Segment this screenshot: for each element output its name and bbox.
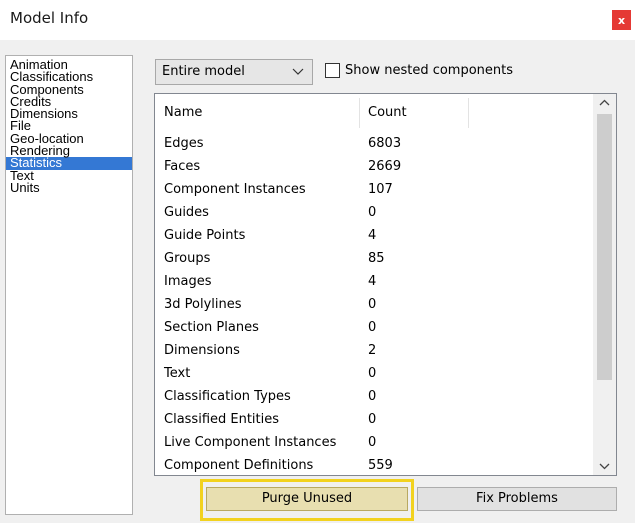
row-name: Component Instances [164, 182, 306, 197]
row-count: 0 [368, 366, 377, 381]
row-count: 0 [368, 389, 377, 404]
row-name: Faces [164, 159, 201, 174]
column-divider[interactable] [468, 98, 469, 128]
window-title: Model Info [10, 9, 89, 27]
table-row[interactable]: Text 0 [155, 362, 593, 385]
row-name: Component Definitions [164, 458, 314, 473]
scope-select-value: Entire model [162, 64, 245, 79]
row-name: Guide Points [164, 228, 246, 243]
row-count: 4 [368, 228, 377, 243]
column-header-name[interactable]: Name [164, 94, 202, 132]
row-count: 2 [368, 343, 377, 358]
fix-problems-button[interactable]: Fix Problems [417, 487, 617, 511]
row-count: 107 [368, 182, 393, 197]
row-count: 0 [368, 412, 377, 427]
row-name: 3d Polylines [164, 297, 242, 312]
table-row[interactable]: Component Definitions 559 [155, 454, 593, 475]
table-row[interactable]: Live Component Instances 0 [155, 431, 593, 454]
table-row[interactable]: Guides 0 [155, 201, 593, 224]
row-name: Edges [164, 136, 204, 151]
row-name: Groups [164, 251, 211, 266]
row-count: 6803 [368, 136, 402, 151]
category-list[interactable]: Animation Classifications Components Cre… [5, 55, 133, 515]
chevron-down-icon [292, 60, 304, 93]
row-count: 4 [368, 274, 377, 289]
show-nested-label[interactable]: Show nested components [345, 63, 513, 78]
show-nested-checkbox[interactable] [325, 63, 340, 78]
scope-select[interactable]: Entire model [155, 59, 313, 85]
row-name: Guides [164, 205, 209, 220]
row-name: Classification Types [164, 389, 291, 404]
table-row[interactable]: Component Instances 107 [155, 178, 593, 201]
table-row[interactable]: Faces 2669 [155, 155, 593, 178]
table-row[interactable]: Guide Points 4 [155, 224, 593, 247]
table-row[interactable]: Groups 85 [155, 247, 593, 270]
close-icon: x [617, 13, 626, 27]
close-button[interactable]: x [612, 10, 631, 30]
table-row[interactable]: Section Planes 0 [155, 316, 593, 339]
column-header-count[interactable]: Count [368, 94, 407, 132]
row-name: Text [164, 366, 191, 381]
column-divider[interactable] [359, 98, 360, 128]
scroll-down-icon[interactable] [593, 457, 616, 475]
table-rows: Edges 6803 Faces 2669 Component Instances 1… [155, 132, 593, 475]
table-row[interactable]: Edges 6803 [155, 132, 593, 155]
row-count: 559 [368, 458, 393, 473]
row-count: 0 [368, 297, 377, 312]
scrollbar-thumb[interactable] [597, 114, 612, 380]
sidebar-item-units[interactable]: Units [6, 181, 132, 194]
title-bar: Model Info x [0, 0, 635, 40]
scroll-up-icon[interactable] [593, 94, 616, 112]
row-name: Images [164, 274, 212, 289]
table-row[interactable]: 3d Polylines 0 [155, 293, 593, 316]
row-count: 2669 [368, 159, 402, 174]
table-row[interactable]: Classification Types 0 [155, 385, 593, 408]
row-name: Live Component Instances [164, 435, 337, 450]
row-name: Section Planes [164, 320, 259, 335]
row-count: 85 [368, 251, 385, 266]
row-count: 0 [368, 435, 377, 450]
row-count: 0 [368, 205, 377, 220]
purge-unused-button[interactable]: Purge Unused [206, 487, 408, 511]
table-row[interactable]: Classified Entities 0 [155, 408, 593, 431]
row-name: Classified Entities [164, 412, 280, 427]
row-name: Dimensions [164, 343, 240, 358]
row-count: 0 [368, 320, 377, 335]
table-row[interactable]: Dimensions 2 [155, 339, 593, 362]
vertical-scrollbar[interactable] [593, 94, 616, 475]
statistics-table: Name Count Edges 6803 Faces 2669 Component… [154, 93, 617, 476]
table-row[interactable]: Images 4 [155, 270, 593, 293]
